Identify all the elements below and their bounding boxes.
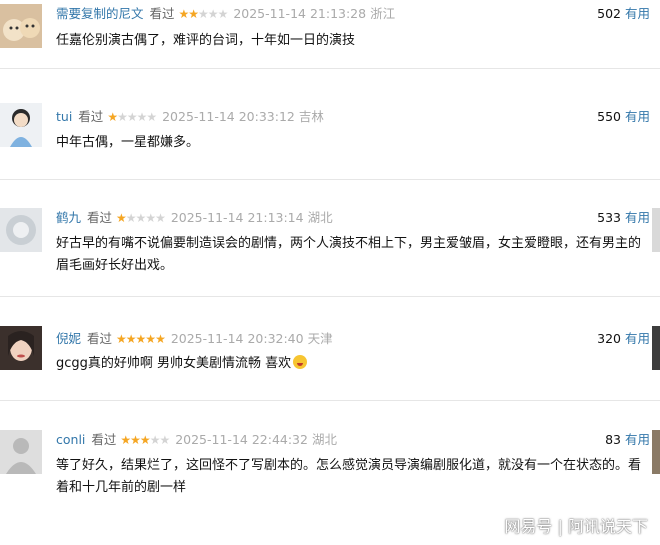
avatar[interactable]	[0, 103, 42, 147]
source-watermark: 网易号 | 阿讯说天下	[504, 517, 648, 536]
vote-area: 550 有用	[597, 108, 650, 126]
username-link[interactable]: conli	[56, 432, 85, 447]
avatar-image	[0, 208, 42, 252]
vote-area: 83 有用	[605, 431, 650, 449]
rating-stars-icon: ★★★★★	[116, 332, 166, 346]
comment-item: 倪妮 看过 ★★★★★ 2025-11-14 20:32:40 天津 320 有用 gcg…	[0, 296, 660, 401]
comment-header: 倪妮 看过 ★★★★★ 2025-11-14 20:32:40 天津	[56, 330, 333, 348]
comment-header: 鹤九 看过 ★★★★★ 2025-11-14 21:13:14 湖北	[56, 209, 333, 227]
comment-header: tui 看过 ★★★★★ 2025-11-14 20:33:12 吉林	[56, 108, 324, 126]
vote-count: 502	[597, 6, 621, 21]
comment-text: gcgg真的好帅啊 男帅女美剧情流畅 喜欢	[56, 353, 646, 375]
vote-area: 533 有用	[597, 209, 650, 227]
useful-button[interactable]: 有用	[625, 432, 650, 447]
comment-text: 任嘉伦别演古偶了，难评的台词，十年如一日的演技	[56, 33, 356, 48]
comment-text: 等了好久，结果烂了，这回怪不了写剧本的。怎么感觉演员导演编剧服化道，就没有一个在…	[56, 458, 642, 495]
rating-stars-icon: ★★★★★	[120, 433, 170, 447]
comment-time: 2025-11-14 21:13:28	[233, 6, 367, 21]
username-link[interactable]: tui	[56, 109, 72, 124]
avatar[interactable]	[0, 430, 42, 474]
useful-button[interactable]: 有用	[625, 109, 650, 124]
comment-location: 吉林	[298, 109, 324, 124]
avatar-image	[0, 326, 42, 370]
vote-count: 550	[597, 109, 621, 124]
avatar[interactable]	[0, 4, 42, 48]
watched-label: 看过	[87, 331, 113, 346]
comment-item: 鹤九 看过 ★★★★★ 2025-11-14 21:13:14 湖北 533 有用 好古早…	[0, 178, 660, 297]
watched-label: 看过	[91, 432, 117, 447]
comment-item: 需要复制的尼文 看过 ★★★★★ 2025-11-14 21:13:28 浙江 502 有…	[0, 0, 660, 69]
vote-area: 320 有用	[597, 330, 650, 348]
username-link[interactable]: 倪妮	[56, 331, 81, 346]
useful-button[interactable]: 有用	[625, 6, 650, 21]
watched-label: 看过	[78, 109, 104, 124]
smiling-face-icon	[293, 355, 308, 369]
avatar-image	[0, 103, 42, 147]
comment-text-content: gcgg真的好帅啊 男帅女美剧情流畅 喜欢	[56, 356, 292, 371]
vote-count: 83	[605, 432, 621, 447]
comment-time: 2025-11-14 21:13:14	[170, 210, 304, 225]
avatar-image	[0, 4, 42, 48]
avatar[interactable]	[0, 326, 42, 370]
comment-header: conli 看过 ★★★★★ 2025-11-14 22:44:32 湖北	[56, 431, 337, 449]
comment-location: 湖北	[311, 432, 337, 447]
neighbor-thumbnail	[652, 208, 660, 252]
comment-time: 2025-11-14 20:32:40	[170, 331, 304, 346]
vote-count: 320	[597, 331, 621, 346]
comment-item: tui 看过 ★★★★★ 2025-11-14 20:33:12 吉林 550 有用 中年…	[0, 68, 660, 180]
comment-text: 好古早的有嘴不说偏要制造误会的剧情，两个人演技不相上下，男主爱皱眉，女主爱瞪眼，…	[56, 236, 642, 273]
avatar[interactable]	[0, 208, 42, 252]
comment-time: 2025-11-14 22:44:32	[175, 432, 308, 447]
username-link[interactable]: 需要复制的尼文	[56, 6, 144, 21]
vote-area: 502 有用	[597, 5, 650, 23]
comment-location: 天津	[307, 331, 333, 346]
default-user-icon	[0, 430, 42, 474]
comment-item: conli 看过 ★★★★★ 2025-11-14 22:44:32 湖北 83 有用 等…	[0, 400, 660, 520]
rating-stars-icon: ★★★★★	[107, 110, 157, 124]
username-link[interactable]: 鹤九	[56, 210, 81, 225]
comment-header: 需要复制的尼文 看过 ★★★★★ 2025-11-14 21:13:28 浙江	[56, 5, 395, 23]
neighbor-thumbnail	[652, 326, 660, 370]
rating-stars-icon: ★★★★★	[178, 7, 229, 21]
watched-label: 看过	[87, 210, 113, 225]
comment-location: 浙江	[370, 6, 396, 21]
comment-text: 中年古偶，一星都嫌多。	[56, 135, 200, 150]
comment-location: 湖北	[307, 210, 333, 225]
useful-button[interactable]: 有用	[625, 210, 650, 225]
rating-stars-icon: ★★★★★	[116, 211, 166, 225]
vote-count: 533	[597, 210, 621, 225]
useful-button[interactable]: 有用	[625, 331, 650, 346]
watched-label: 看过	[149, 6, 175, 21]
comment-time: 2025-11-14 20:33:12	[162, 109, 295, 124]
neighbor-thumbnail	[652, 430, 660, 474]
